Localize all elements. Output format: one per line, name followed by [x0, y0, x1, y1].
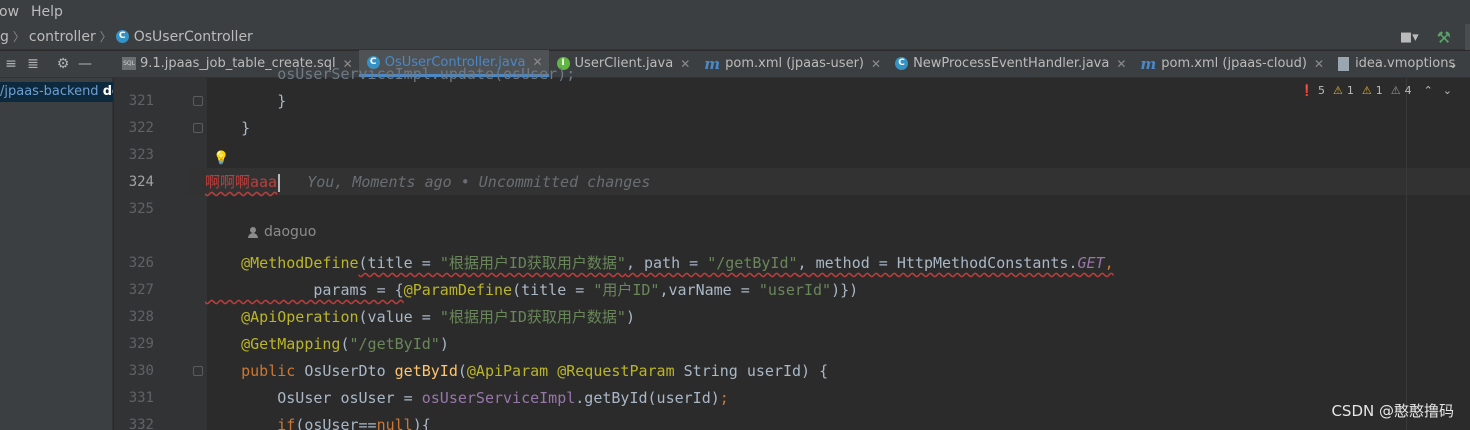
code-line-330: public OsUserDto getById(@ApiParam @Requ…	[241, 362, 829, 380]
breadcrumb-item-package[interactable]: g	[0, 29, 9, 45]
line-number: 328	[128, 309, 154, 325]
error-icon: ❗	[1300, 84, 1314, 97]
line-number: 332	[128, 417, 154, 430]
fold-marker-icon[interactable]	[193, 366, 203, 376]
code-author-hint[interactable]: daoguo	[248, 224, 316, 240]
project-tree-row[interactable]: /jpaas-backend de	[0, 82, 113, 102]
breadcrumb-item-controller[interactable]: controller	[29, 29, 96, 45]
watermark: CSDN @憨憨撸码	[1331, 402, 1454, 420]
warning-count: 1	[1346, 84, 1354, 97]
project-panel: /jpaas-backend de	[0, 78, 113, 430]
line-number: 331	[128, 390, 154, 406]
code-line-327: params = {@ParamDefine(title = "用户ID",va…	[205, 281, 859, 299]
weak-warning-count: 4	[1404, 84, 1412, 97]
close-icon[interactable]: ✕	[680, 57, 690, 71]
error-bulb-icon[interactable]: 💡	[213, 151, 229, 166]
gear-icon[interactable]: ⚙	[52, 56, 74, 72]
tab-newprocesseventhandler[interactable]: C NewProcessEventHandler.java ✕	[887, 50, 1132, 77]
close-icon[interactable]: ✕	[1314, 57, 1324, 71]
chevron-down-icon[interactable]: ⌄	[1448, 57, 1458, 71]
code-line-320: osUserServiceImpl.update(osUser);	[205, 65, 576, 83]
code-line-329: @GetMapping("/getById")	[241, 335, 449, 353]
expand-all-icon[interactable]: ≡	[0, 56, 22, 72]
error-count: 5	[1317, 84, 1325, 97]
chevron-down-icon[interactable]: ⌄	[1443, 84, 1452, 97]
line-number: 322	[128, 120, 154, 136]
breadcrumb-item-class[interactable]: C OsUserController	[115, 29, 253, 45]
line-number: 325	[128, 201, 154, 217]
warning-icon: ⚠	[1361, 84, 1372, 97]
sql-file-icon: SQL	[122, 57, 136, 70]
class-icon: C	[115, 30, 129, 43]
menu-bar: ow Help	[0, 0, 1470, 24]
line-number: 321	[128, 93, 154, 109]
right-margin-guide	[1406, 78, 1407, 430]
code-line-331: OsUser osUser = osUserServiceImpl.getByI…	[205, 389, 729, 407]
close-icon[interactable]: ✕	[1116, 57, 1126, 71]
line-number: 324	[128, 174, 154, 190]
weak-warning-icon: ⚠	[1390, 84, 1401, 97]
line-number: 323	[128, 147, 154, 163]
code-line-321: }	[205, 92, 287, 110]
fold-marker-icon[interactable]	[193, 123, 203, 133]
tab-pom-jpaas-user[interactable]: m pom.xml (jpaas-user) ✕	[696, 50, 887, 77]
class-icon: C	[895, 57, 909, 70]
menu-item-help[interactable]: Help	[31, 4, 63, 20]
code-line-322: }	[205, 119, 251, 137]
close-icon[interactable]: ✕	[871, 57, 881, 71]
code-line-332: if(osUser==null){	[277, 416, 431, 430]
code-line-328: @ApiOperation(value = "根据用户ID获取用户数据")	[241, 308, 635, 326]
build-hammer-icon[interactable]: ⚒	[1437, 28, 1451, 47]
text-caret	[278, 173, 281, 192]
menu-item-window[interactable]: ow	[0, 4, 19, 20]
line-number: 330	[128, 363, 154, 379]
warning-count: 1	[1375, 84, 1383, 97]
tab-idea-vmoptions[interactable]: idea.vmoptions	[1330, 50, 1461, 77]
collapse-all-icon[interactable]: ≣	[22, 56, 44, 72]
tab-pom-jpaas-cloud[interactable]: m pom.xml (jpaas-cloud) ✕	[1132, 50, 1330, 77]
code-line-324: 啊啊啊aaa You, Moments ago • Uncommitted ch…	[205, 169, 650, 196]
typed-error-text: 啊啊啊aaa	[205, 173, 278, 191]
chevron-up-icon[interactable]: ⌃	[1424, 84, 1433, 97]
toolbar-divider	[1465, 24, 1470, 50]
inspection-widget[interactable]: ❗ 5 ⚠ 1 ⚠ 1 ⚠ 4 ⌃ ⌄	[1300, 84, 1452, 97]
git-blame-hint: You, Moments ago • Uncommitted changes	[307, 173, 651, 191]
fold-marker-icon[interactable]	[193, 96, 203, 106]
warning-icon: ⚠	[1332, 84, 1343, 97]
maven-icon: m	[1140, 54, 1157, 73]
hide-panel-icon[interactable]: —	[74, 56, 96, 72]
chevron-right-icon: 〉	[99, 30, 112, 44]
line-number: 326	[128, 255, 154, 271]
breadcrumb: g 〉 controller 〉 C OsUserController ■▾ ⚒	[0, 24, 1470, 50]
line-number: 329	[128, 336, 154, 352]
line-number: 327	[128, 282, 154, 298]
code-line-326: @MethodDefine(title = "根据用户ID获取用户数据", pa…	[241, 254, 1114, 272]
project-toolbar: ≡ ≣ ⚙ —	[0, 51, 114, 78]
person-icon	[248, 226, 258, 238]
maven-icon: m	[704, 54, 721, 73]
account-dropdown-icon[interactable]: ■▾	[1400, 30, 1419, 45]
file-icon	[1338, 56, 1350, 71]
navbar-actions: ■▾ ⚒	[1400, 24, 1470, 50]
chevron-right-icon: 〉	[12, 30, 25, 44]
